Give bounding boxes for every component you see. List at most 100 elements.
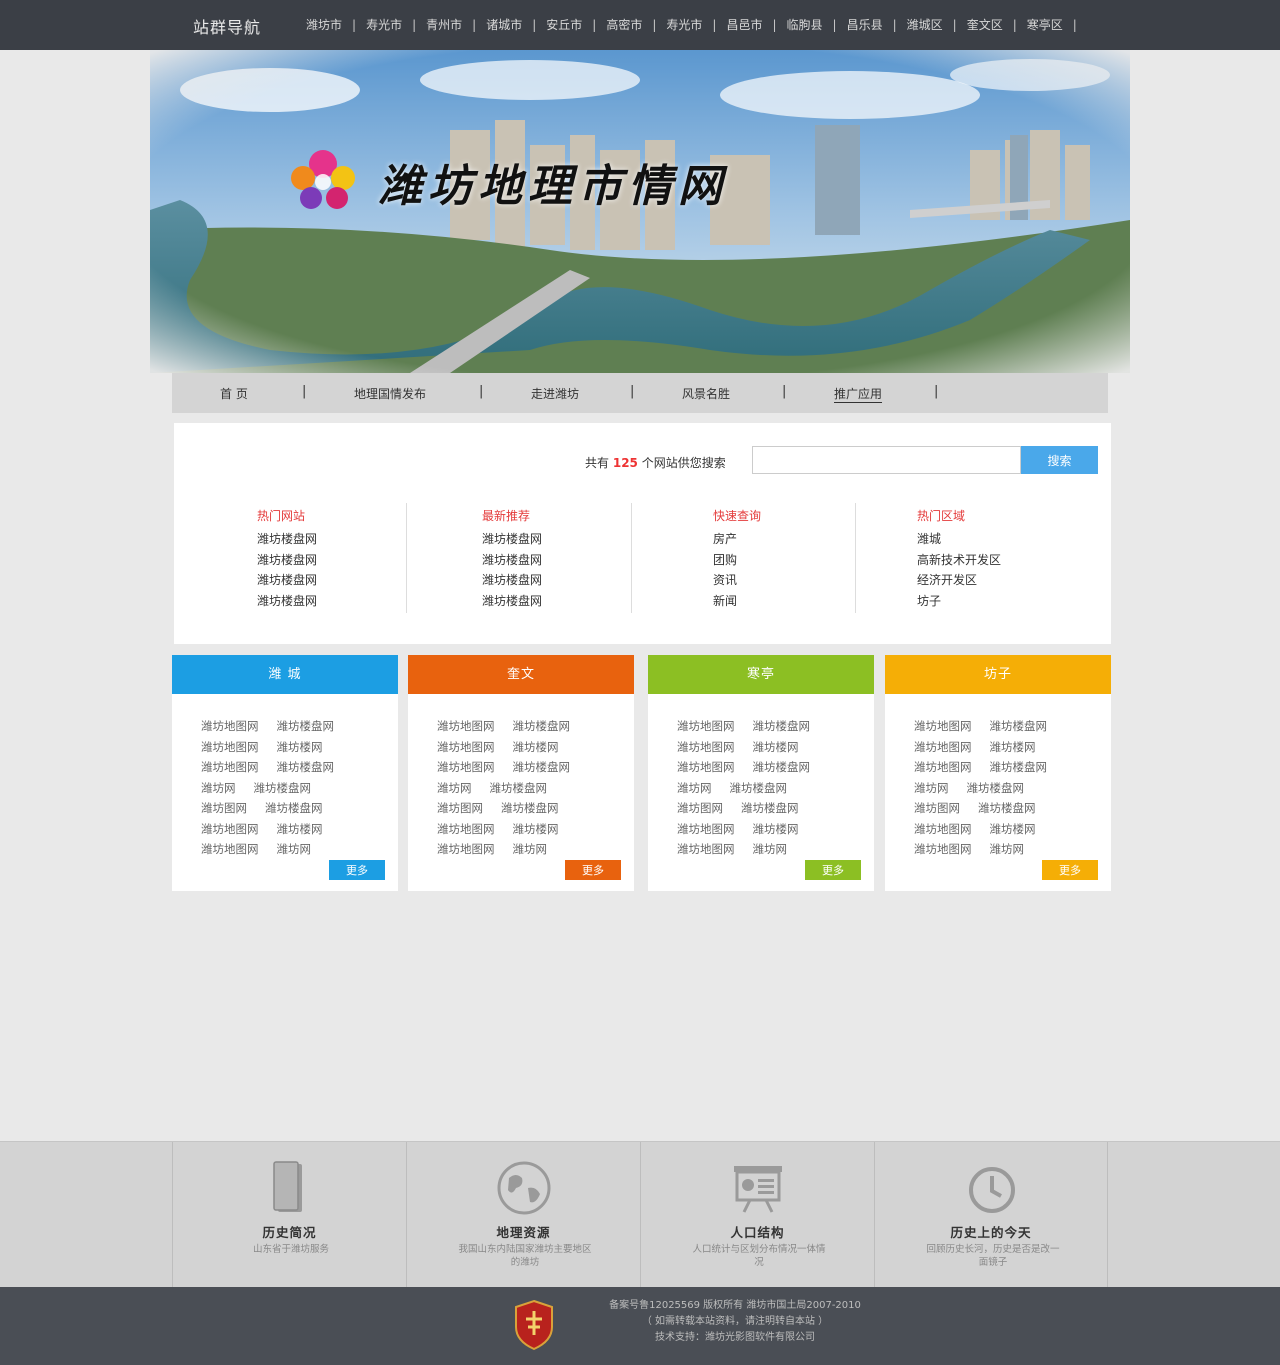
nav-item-about-weifang[interactable]: 走进潍坊 [531,385,579,402]
city-link[interactable]: 寒亭区 [1017,17,1073,33]
district-header[interactable]: 寒亭 [648,655,874,694]
district-link[interactable]: 潍坊楼盘网 [265,801,323,815]
city-link[interactable]: 安丘市 [536,17,592,33]
city-link[interactable]: 诸城市 [476,17,532,33]
district-link[interactable]: 潍坊楼网 [753,740,799,754]
column-link[interactable]: 经济开发区 [917,570,1137,591]
district-link[interactable]: 潍坊地图网 [914,842,972,856]
district-link[interactable]: 潍坊地图网 [914,822,972,836]
feature-history[interactable]: 历史简况 山东省于潍坊服务 [172,1142,406,1288]
district-header[interactable]: 潍 城 [172,655,398,694]
city-link[interactable]: 昌乐县 [837,17,893,33]
district-header[interactable]: 奎文 [408,655,634,694]
district-link[interactable]: 潍坊楼盘网 [990,719,1048,733]
district-link[interactable]: 潍坊楼盘网 [730,781,788,795]
district-link[interactable]: 潍坊楼盘网 [741,801,799,815]
district-link[interactable]: 潍坊网 [201,781,236,795]
district-link[interactable]: 潍坊地图网 [677,740,735,754]
city-link[interactable]: 临朐县 [777,17,833,33]
nav-item-scenic-spots[interactable]: 风景名胜 [682,385,730,402]
column-link[interactable]: 潍坊楼盘网 [257,550,477,571]
column-link[interactable]: 潍城 [917,529,1137,550]
more-button[interactable]: 更多 [565,860,621,880]
more-button[interactable]: 更多 [329,860,385,880]
district-link[interactable]: 潍坊楼网 [513,822,559,836]
district-link[interactable]: 潍坊地图网 [437,822,495,836]
city-link[interactable]: 潍坊市 [296,17,352,33]
district-link[interactable]: 潍坊楼盘网 [490,781,548,795]
column-link[interactable]: 坊子 [917,591,1137,612]
district-link[interactable]: 潍坊楼盘网 [990,760,1048,774]
district-link[interactable]: 潍坊楼盘网 [277,719,335,733]
district-link[interactable]: 潍坊楼网 [990,822,1036,836]
column-link[interactable]: 高新技术开发区 [917,550,1137,571]
column-link[interactable]: 潍坊楼盘网 [482,591,702,612]
search-input[interactable] [752,446,1021,474]
district-link[interactable]: 潍坊楼盘网 [254,781,312,795]
district-link[interactable]: 潍坊网 [437,781,472,795]
column-link[interactable]: 新闻 [713,591,933,612]
district-link[interactable]: 潍坊地图网 [677,719,735,733]
nav-item-home[interactable]: 首 页 [220,385,248,402]
district-link[interactable]: 潍坊楼盘网 [753,760,811,774]
district-link[interactable]: 潍坊楼盘网 [978,801,1036,815]
column-link[interactable]: 潍坊楼盘网 [482,570,702,591]
district-link[interactable]: 潍坊图网 [914,801,960,815]
district-link[interactable]: 潍坊楼盘网 [513,719,571,733]
district-link[interactable]: 潍坊楼网 [753,822,799,836]
column-link[interactable]: 房产 [713,529,933,550]
feature-today-in-history[interactable]: 历史上的今天 回顾历史长河，历史是否是改一面镜子 [874,1142,1108,1288]
district-link[interactable]: 潍坊楼盘网 [277,760,335,774]
district-link[interactable]: 潍坊地图网 [201,719,259,733]
district-link[interactable]: 潍坊图网 [437,801,483,815]
district-link[interactable]: 潍坊地图网 [201,740,259,754]
column-link[interactable]: 潍坊楼盘网 [257,591,477,612]
column-link[interactable]: 潍坊楼盘网 [257,529,477,550]
district-link[interactable]: 潍坊网 [677,781,712,795]
district-link[interactable]: 潍坊地图网 [201,842,259,856]
district-link[interactable]: 潍坊网 [277,842,312,856]
city-link[interactable]: 寿光市 [656,17,712,33]
district-link[interactable]: 潍坊地图网 [201,760,259,774]
district-link[interactable]: 潍坊地图网 [437,842,495,856]
column-link[interactable]: 资讯 [713,570,933,591]
city-link[interactable]: 奎文区 [957,17,1013,33]
search-button[interactable]: 搜索 [1021,446,1098,474]
district-link[interactable]: 潍坊地图网 [677,822,735,836]
column-link[interactable]: 团购 [713,550,933,571]
district-link[interactable]: 潍坊楼盘网 [967,781,1025,795]
district-link[interactable]: 潍坊网 [753,842,788,856]
district-link[interactable]: 潍坊地图网 [677,760,735,774]
column-link[interactable]: 潍坊楼盘网 [257,570,477,591]
district-link[interactable]: 潍坊地图网 [914,760,972,774]
column-link[interactable]: 潍坊楼盘网 [482,550,702,571]
city-link[interactable]: 青州市 [416,17,472,33]
nav-item-geo-release[interactable]: 地理国情发布 [354,385,426,402]
city-link[interactable]: 潍城区 [897,17,953,33]
feature-geo-resources[interactable]: 地理资源 我国山东内陆国家潍坊主要地区的潍坊 [406,1142,640,1288]
district-link[interactable]: 潍坊地图网 [201,822,259,836]
more-button[interactable]: 更多 [1042,860,1098,880]
nav-item-promotion[interactable]: 推广应用 [834,385,882,402]
district-header[interactable]: 坊子 [885,655,1111,694]
district-link[interactable]: 潍坊楼盘网 [513,760,571,774]
column-link[interactable]: 潍坊楼盘网 [482,529,702,550]
district-link[interactable]: 潍坊楼网 [277,740,323,754]
district-link[interactable]: 潍坊地图网 [437,719,495,733]
district-link[interactable]: 潍坊楼网 [990,740,1036,754]
district-link[interactable]: 潍坊地图网 [914,719,972,733]
district-link[interactable]: 潍坊地图网 [914,740,972,754]
city-link[interactable]: 寿光市 [356,17,412,33]
district-link[interactable]: 潍坊图网 [677,801,723,815]
more-button[interactable]: 更多 [805,860,861,880]
district-link[interactable]: 潍坊楼盘网 [753,719,811,733]
district-link[interactable]: 潍坊地图网 [437,740,495,754]
district-link[interactable]: 潍坊楼盘网 [501,801,559,815]
district-link[interactable]: 潍坊地图网 [677,842,735,856]
feature-population[interactable]: 人口结构 人口统计与区划分布情况一体情况 [640,1142,874,1288]
district-link[interactable]: 潍坊网 [914,781,949,795]
district-link[interactable]: 潍坊地图网 [437,760,495,774]
district-link[interactable]: 潍坊楼网 [513,740,559,754]
district-link[interactable]: 潍坊网 [990,842,1025,856]
district-link[interactable]: 潍坊网 [513,842,548,856]
